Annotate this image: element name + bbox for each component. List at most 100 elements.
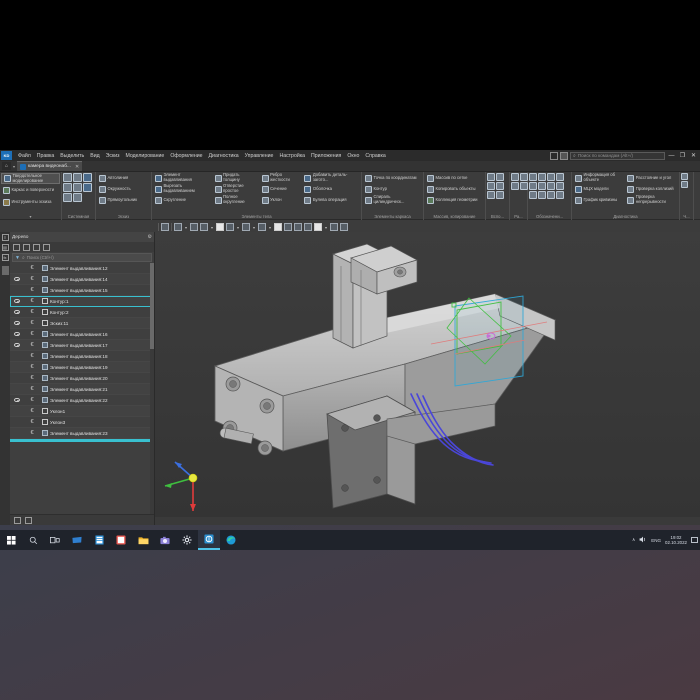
dimension-icon[interactable] (538, 173, 546, 181)
chevron-down-icon[interactable]: ▾ (13, 164, 15, 169)
table-row[interactable]: € Уклон1 (10, 406, 154, 417)
table-row[interactable]: € Уклон3 (10, 417, 154, 428)
tree-node[interactable]: Элемент выдавливания:18 (40, 353, 154, 359)
menu-item-view[interactable]: Вид (87, 152, 102, 160)
tree-search-box[interactable]: ▼ ⌕ Поиск (Ctrl+/) (12, 253, 152, 262)
visibility-toggle[interactable] (10, 321, 24, 325)
tool-curvature-graph[interactable]: График кривизны (573, 195, 624, 205)
print-icon[interactable] (63, 183, 72, 192)
table-row[interactable]: € Элемент выдавливания:12 (10, 263, 154, 274)
tray-chevron-icon[interactable]: ∧ (632, 537, 635, 543)
tool-copy-objects[interactable]: Копировать объекты (425, 184, 479, 194)
clock[interactable]: 19:02 02.10.2022 (665, 535, 687, 545)
store-icon[interactable] (88, 530, 110, 550)
visibility-toggle[interactable] (10, 310, 24, 314)
command-search-box[interactable]: ⌕ Поиск по командам (Alt+/) (570, 151, 665, 160)
tree-view-icon[interactable] (13, 243, 20, 251)
list-view-icon[interactable] (25, 516, 32, 524)
menu-item-sketch[interactable]: Эскиз (103, 152, 123, 160)
datum-icon[interactable] (529, 191, 537, 199)
model-tree-icon[interactable] (14, 516, 21, 524)
tool-thicken[interactable]: Придать толщину (213, 173, 259, 183)
curve-icon[interactable] (496, 191, 504, 199)
tool-shell[interactable]: Оболочка (302, 184, 360, 194)
mode-wireframe-surfaces[interactable]: Каркас и поверхности (1, 185, 60, 196)
table-row[interactable]: € Элемент выдавливания:19 (10, 362, 154, 373)
variables-icon[interactable]: fx (1, 254, 9, 261)
fit-to-screen-icon[interactable] (274, 223, 282, 231)
table-row[interactable]: € Элемент выдавливания:20 (10, 373, 154, 384)
restore-button[interactable]: ❐ (678, 151, 687, 160)
menu-item-select[interactable]: Выделить (57, 152, 87, 160)
tool-full-round[interactable]: Полное округление (213, 195, 259, 205)
camera-icon[interactable] (154, 530, 176, 550)
hide-show-icon[interactable] (258, 223, 266, 231)
menu-item-window[interactable]: Окно (344, 152, 362, 160)
weld-icon[interactable] (529, 182, 537, 190)
screenshot-icon[interactable] (560, 151, 568, 160)
document-tab-close-icon[interactable]: ✕ (75, 164, 79, 170)
tree-node[interactable]: Элемент выдавливания:23 (40, 430, 154, 436)
menu-item-diagnostics[interactable]: Диагностика (206, 152, 242, 160)
tool-circle[interactable]: Окружность (97, 184, 139, 194)
table-row[interactable]: € Элемент выдавливания:17 (10, 340, 154, 351)
language-indicator[interactable]: ENG (651, 538, 661, 543)
home-icon[interactable]: ⌂ (2, 162, 11, 170)
tree-node[interactable]: Контур:1 (40, 298, 154, 304)
tree-node[interactable]: Эскиз:11 (40, 320, 154, 326)
menu-item-edit[interactable]: Правка (34, 152, 58, 160)
table-row[interactable]: € Элемент выдавливания:18 (10, 351, 154, 362)
new-document-icon[interactable] (63, 173, 72, 182)
table-row[interactable]: € Контур:1 (10, 296, 154, 307)
section-dropdown-icon[interactable]: ▾ (252, 225, 256, 230)
plane-icon[interactable] (487, 173, 495, 181)
roughness-icon[interactable] (547, 173, 555, 181)
shadow-icon[interactable] (304, 223, 312, 231)
mail-icon[interactable] (66, 530, 88, 550)
layers-icon[interactable] (284, 223, 292, 231)
photos-icon[interactable] (110, 530, 132, 550)
edit-icon[interactable] (340, 223, 348, 231)
rotate-dropdown-icon[interactable]: ▾ (210, 225, 214, 230)
tool-section[interactable]: Сечение (260, 184, 302, 194)
layout-icon[interactable] (550, 151, 558, 160)
perspective-icon[interactable] (294, 223, 302, 231)
axis-icon[interactable] (496, 173, 504, 181)
render-icon[interactable] (330, 223, 338, 231)
filter-icon[interactable] (314, 223, 322, 231)
shaded-with-edges-icon[interactable] (216, 223, 224, 231)
redo-icon[interactable] (73, 193, 82, 202)
tree-node[interactable]: Уклон1 (40, 408, 154, 414)
length-icon[interactable] (511, 182, 519, 190)
settings-icon[interactable] (176, 530, 198, 550)
tree-node[interactable]: Элемент выдавливания:15 (40, 287, 154, 293)
tree-node[interactable]: Контур:2 (40, 309, 154, 315)
open-folder-icon[interactable] (73, 173, 82, 182)
table-row[interactable]: € Элемент выдавливания:22 (10, 395, 154, 406)
pan-icon[interactable] (190, 223, 198, 231)
tool-extrude[interactable]: Элемент выдавливания (153, 173, 212, 183)
base-icon[interactable] (556, 173, 564, 181)
measure-icon[interactable] (511, 173, 519, 181)
leader-icon[interactable] (556, 182, 564, 190)
edge-icon[interactable] (220, 530, 242, 550)
list-icon[interactable]: ▤ (1, 244, 9, 251)
tree-node[interactable]: Уклон3 (40, 419, 154, 425)
tree-node[interactable]: Элемент выдавливания:12 (40, 265, 154, 271)
tool-contour[interactable]: Контур (363, 184, 422, 194)
structure-icon[interactable] (23, 243, 30, 251)
tool-grid-array[interactable]: Массив по сетке (425, 173, 479, 183)
export-icon[interactable] (83, 183, 92, 192)
spec-icon[interactable] (681, 181, 688, 188)
menu-item-file[interactable]: Файл (15, 152, 34, 160)
mirror-icon[interactable] (496, 182, 504, 190)
table-row[interactable]: € Элемент выдавливания:16 (10, 329, 154, 340)
table-row[interactable]: € Элемент выдавливания:21 (10, 384, 154, 395)
tool-object-info[interactable]: Информация об объекте (573, 173, 624, 183)
table-row[interactable]: € Эскиз:11 (10, 318, 154, 329)
tree-node[interactable]: Элемент выдавливания:22 (40, 397, 154, 403)
orientation-icon[interactable] (161, 223, 169, 231)
menu-item-modeling[interactable]: Моделирование (123, 152, 168, 160)
tree-scrollbar-thumb[interactable] (150, 263, 154, 349)
visibility-toggle[interactable] (10, 343, 24, 347)
